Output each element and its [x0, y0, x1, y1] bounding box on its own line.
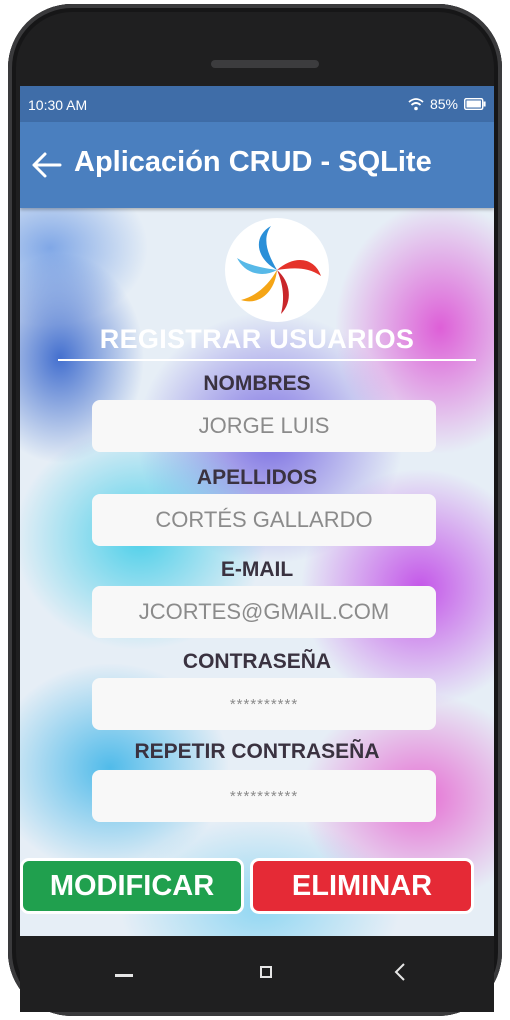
- label-contrasena: CONTRASEÑA: [182, 650, 332, 673]
- title-divider: [58, 359, 476, 361]
- system-nav-bar: [20, 936, 494, 1012]
- earpiece-speaker: [211, 60, 319, 68]
- form-content: REGISTRAR USUARIOS NOMBRES JORGE LUIS AP…: [20, 208, 494, 936]
- section-title: REGISTRAR USUARIOS: [99, 324, 415, 354]
- status-bar: 10:30 AM 85%: [20, 86, 494, 122]
- nombres-input[interactable]: JORGE LUIS: [92, 400, 436, 452]
- label-email: E-MAIL: [220, 558, 294, 581]
- nav-home-icon[interactable]: [260, 966, 272, 978]
- repeat-password-input[interactable]: **********: [92, 770, 436, 822]
- arrow-left-icon[interactable]: [30, 150, 64, 180]
- label-repetir-contrasena: REPETIR CONTRASEÑA: [134, 740, 380, 763]
- wifi-icon: [408, 97, 424, 111]
- modify-button[interactable]: MODIFICAR: [20, 858, 244, 914]
- email-input[interactable]: JCORTES@GMAIL.COM: [92, 586, 436, 638]
- password-input[interactable]: **********: [92, 678, 436, 730]
- label-apellidos: APELLIDOS: [196, 466, 318, 489]
- battery-percent: 85%: [429, 96, 458, 112]
- battery-icon: [464, 98, 486, 110]
- nav-back-icon[interactable]: [115, 974, 133, 977]
- delete-button[interactable]: ELIMINAR: [250, 858, 474, 914]
- status-icons: 85%: [408, 96, 486, 112]
- label-nombres: NOMBRES: [203, 372, 311, 395]
- app-title: Aplicación CRUD - SQLite: [74, 146, 432, 178]
- nav-recents-icon[interactable]: [393, 962, 407, 982]
- app-bar: Aplicación CRUD - SQLite: [20, 122, 494, 208]
- app-screen: 10:30 AM 85% Aplicación CRUD - SQLite RE…: [20, 86, 494, 936]
- apellidos-input[interactable]: CORTÉS GALLARDO: [92, 494, 436, 546]
- app-logo: [225, 218, 329, 322]
- status-time: 10:30 AM: [28, 97, 88, 113]
